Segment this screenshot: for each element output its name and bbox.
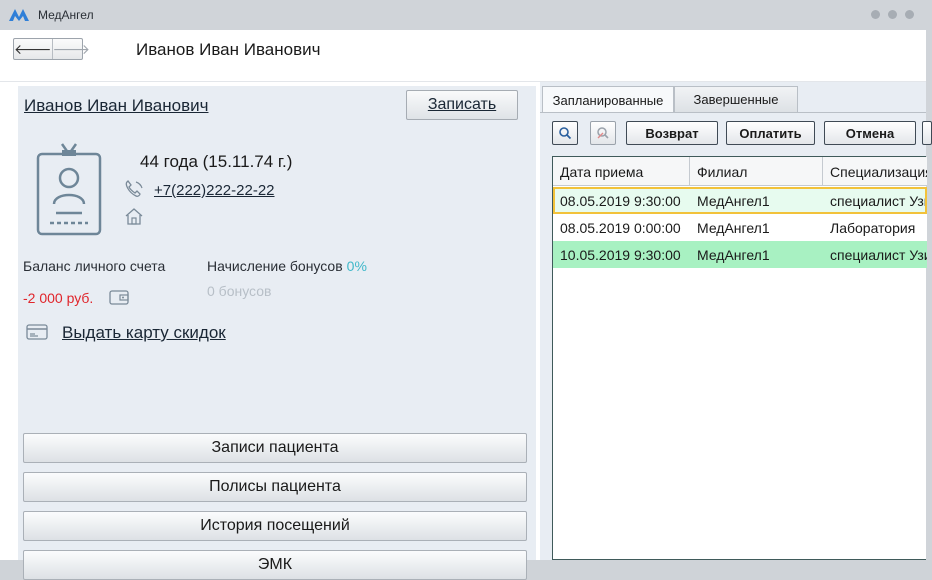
back-button[interactable]: 🡐 [14,39,52,59]
appointments-panel: Запланированные Завершенные Возврат Опла… [540,82,932,560]
window-controls [871,10,914,19]
tab-divider [540,112,926,113]
more-toolbar-button[interactable] [922,121,932,145]
table-header: Дата приема Филиал Специализация [553,157,927,186]
search-button[interactable] [552,121,578,145]
clear-search-icon [597,127,609,139]
bonus-percent: 0% [346,258,367,274]
balance-value: -2 000 руб. [23,290,94,306]
cell-branch: МедАнгел1 [697,219,770,236]
cell-specialization: Лаборатория [830,219,916,236]
column-branch[interactable]: Филиал [690,157,823,186]
tab-completed[interactable]: Завершенные [674,86,798,112]
cell-date: 08.05.2019 0:00:00 [560,219,681,236]
patient-records-button[interactable]: Записи пациента [23,433,527,463]
discount-card-icon [26,324,48,340]
emk-button[interactable]: ЭМК [23,550,527,580]
page-header: 🡐 🡒 Иванов Иван Иванович [0,30,926,82]
bonus-label-text: Начисление бонусов [207,258,343,274]
medangel-logo-icon [9,9,29,21]
title-bar: МедАнгел [0,0,932,30]
tab-planned[interactable]: Запланированные [542,86,674,113]
patient-panel: Иванов Иван Иванович Записать 44 года (1… [18,86,536,580]
page-title: Иванов Иван Иванович [136,40,321,59]
cell-date: 10.05.2019 9:30:00 [560,246,681,263]
table-row[interactable]: 08.05.2019 9:30:00 МедАнгел1 специалист Уз… [553,187,927,214]
cancel-button[interactable]: Отмена [824,121,916,145]
pay-button[interactable]: Оплатить [726,121,815,145]
cell-specialization: специалист Узи [830,246,927,263]
home-icon [125,208,143,225]
bonus-value: 0 бонусов [207,283,272,299]
issue-discount-card-link[interactable]: Выдать карту скидок [62,323,226,343]
patient-phone-link[interactable]: +7(222)222-22-22 [154,182,275,199]
table-row[interactable]: 08.05.2019 0:00:00 МедАнгел1 Лаборатория [553,214,927,241]
cell-branch: МедАнгел1 [697,246,770,263]
cell-branch: МедАнгел1 [697,192,770,209]
visit-history-button[interactable]: История посещений [23,511,527,541]
app-title: МедАнгел [38,8,94,22]
forward-button[interactable]: 🡒 [51,39,90,59]
patient-name-link[interactable]: Иванов Иван Иванович [24,96,208,116]
record-button[interactable]: Записать [406,90,518,120]
cell-specialization: специалист Узи [830,192,927,209]
bonus-label: Начисление бонусов 0% [207,258,367,274]
patient-policies-button[interactable]: Полисы пациента [23,472,527,502]
return-button[interactable]: Возврат [626,121,718,145]
cell-date: 08.05.2019 9:30:00 [560,192,681,209]
clear-search-button[interactable] [590,121,616,145]
minimize-icon[interactable] [871,10,880,19]
appointments-table: Дата приема Филиал Специализация 08.05.2… [552,156,927,560]
history-navigation: 🡐 🡒 [13,38,90,60]
table-row[interactable]: 10.05.2019 9:30:00 МедАнгел1 специалист Уз… [553,241,927,268]
balance-label: Баланс личного счета [23,258,166,274]
column-date[interactable]: Дата приема [553,157,690,186]
main-window: 🡐 🡒 Иванов Иван Иванович Иванов Иван Ива… [0,30,932,580]
patient-badge-icon [36,143,102,236]
search-icon [559,127,572,140]
close-icon[interactable] [905,10,914,19]
column-specialization[interactable]: Специализация [823,157,927,186]
phone-icon [125,180,143,197]
app-frame: МедАнгел 🡐 🡒 Иванов Иван Иванович Иванов… [0,0,932,580]
patient-age: 44 года (15.11.74 г.) [140,152,293,171]
wallet-icon[interactable] [108,288,130,306]
maximize-icon[interactable] [888,10,897,19]
